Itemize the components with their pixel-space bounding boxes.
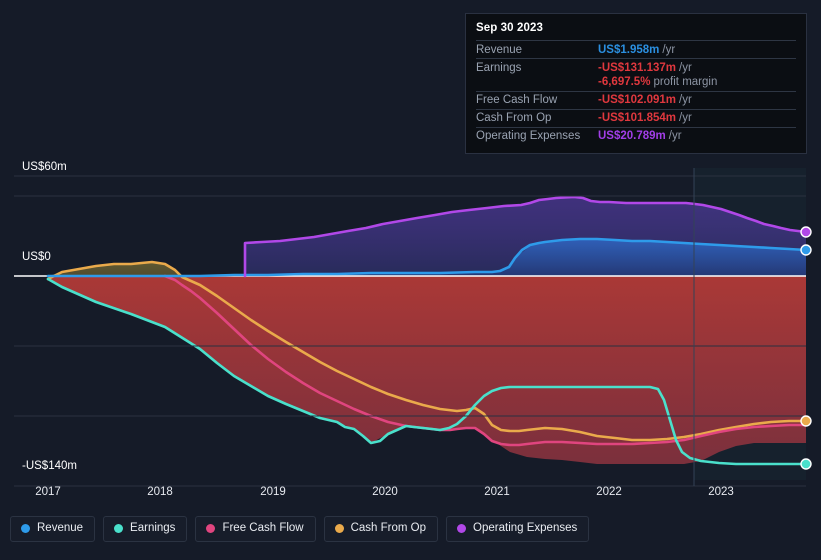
- tooltip-date: Sep 30 2023: [476, 22, 543, 34]
- legend-item-operating-expenses[interactable]: Operating Expenses: [446, 516, 590, 542]
- tooltip-label-earnings: Earnings: [476, 61, 522, 74]
- legend-label-operating-expenses: Operating Expenses: [473, 522, 578, 534]
- x-tick-2020: 2020: [372, 486, 398, 498]
- legend-item-free-cash-flow[interactable]: Free Cash Flow: [195, 516, 316, 542]
- tooltip-unit-cash-from-op: /yr: [679, 112, 692, 124]
- chart-page: US$60m US$0 -US$140m 2017 2018 2019 2020…: [0, 0, 821, 560]
- chart-tooltip: Sep 30 2023 Revenue US$1.958m /yr Earnin…: [465, 13, 807, 154]
- marker-revenue[interactable]: [800, 244, 812, 256]
- legend-dot-cash-from-op: [334, 524, 344, 534]
- marker-earnings[interactable]: [800, 458, 812, 470]
- legend-label-earnings: Earnings: [130, 522, 176, 534]
- tooltip-value-earnings: -US$131.137m: [598, 61, 676, 74]
- legend-label-cash-from-op: Cash From Op: [350, 522, 427, 534]
- legend-label-free-cash-flow: Free Cash Flow: [222, 522, 304, 534]
- x-tick-2023: 2023: [708, 486, 734, 498]
- marker-operating-expenses[interactable]: [800, 226, 812, 238]
- tooltip-value-operating-expenses: US$20.789m: [598, 130, 666, 142]
- marker-cash-from-op[interactable]: [800, 415, 812, 427]
- y-axis-zero-label: US$0: [22, 251, 51, 263]
- legend-dot-operating-expenses: [457, 524, 467, 534]
- tooltip-label-revenue: Revenue: [476, 43, 523, 56]
- tooltip-unit-free-cash-flow: /yr: [679, 94, 692, 106]
- tooltip-row-cash-from-op: Cash From Op -US$101.854m /yr: [476, 108, 796, 127]
- x-tick-2022: 2022: [596, 486, 622, 498]
- x-tick-2018: 2018: [147, 486, 173, 498]
- tooltip-row-earnings: Earnings -US$131.137m /yr: [476, 58, 796, 76]
- chart-legend: Revenue Earnings Free Cash Flow Cash Fro…: [10, 516, 590, 542]
- tooltip-label-free-cash-flow: Free Cash Flow: [476, 94, 558, 106]
- x-tick-2019: 2019: [260, 486, 286, 498]
- tooltip-label-cash-from-op: Cash From Op: [476, 112, 552, 124]
- tooltip-value-revenue: US$1.958m: [598, 43, 660, 56]
- y-axis-top-label: US$60m: [22, 161, 67, 173]
- tooltip-unit-profit-margin: profit margin: [653, 76, 718, 88]
- tooltip-unit-operating-expenses: /yr: [668, 130, 682, 142]
- tooltip-row-revenue: Revenue US$1.958m /yr: [476, 40, 796, 58]
- tooltip-row-profit-margin: -6,697.5% profit margin: [476, 76, 796, 91]
- tooltip-value-profit-margin: -6,697.5%: [598, 76, 651, 88]
- tooltip-value-free-cash-flow: -US$102.091m: [598, 94, 676, 106]
- legend-dot-free-cash-flow: [206, 524, 216, 534]
- tooltip-row-operating-expenses: Operating Expenses US$20.789m /yr: [476, 126, 796, 145]
- legend-label-revenue: Revenue: [37, 522, 84, 534]
- tooltip-label-operating-expenses: Operating Expenses: [476, 130, 581, 142]
- legend-item-revenue[interactable]: Revenue: [10, 516, 96, 542]
- legend-dot-earnings: [114, 524, 124, 534]
- tooltip-unit-earnings: /yr: [679, 61, 692, 74]
- tooltip-value-cash-from-op: -US$101.854m: [598, 112, 676, 124]
- x-tick-2017: 2017: [35, 486, 61, 498]
- tooltip-unit-revenue: /yr: [662, 43, 676, 56]
- legend-dot-revenue: [21, 524, 30, 534]
- legend-item-cash-from-op[interactable]: Cash From Op: [323, 516, 439, 542]
- x-tick-2021: 2021: [484, 486, 510, 498]
- tooltip-row-free-cash-flow: Free Cash Flow -US$102.091m /yr: [476, 90, 796, 109]
- legend-item-earnings[interactable]: Earnings: [103, 516, 188, 542]
- y-axis-bottom-label: -US$140m: [22, 460, 77, 472]
